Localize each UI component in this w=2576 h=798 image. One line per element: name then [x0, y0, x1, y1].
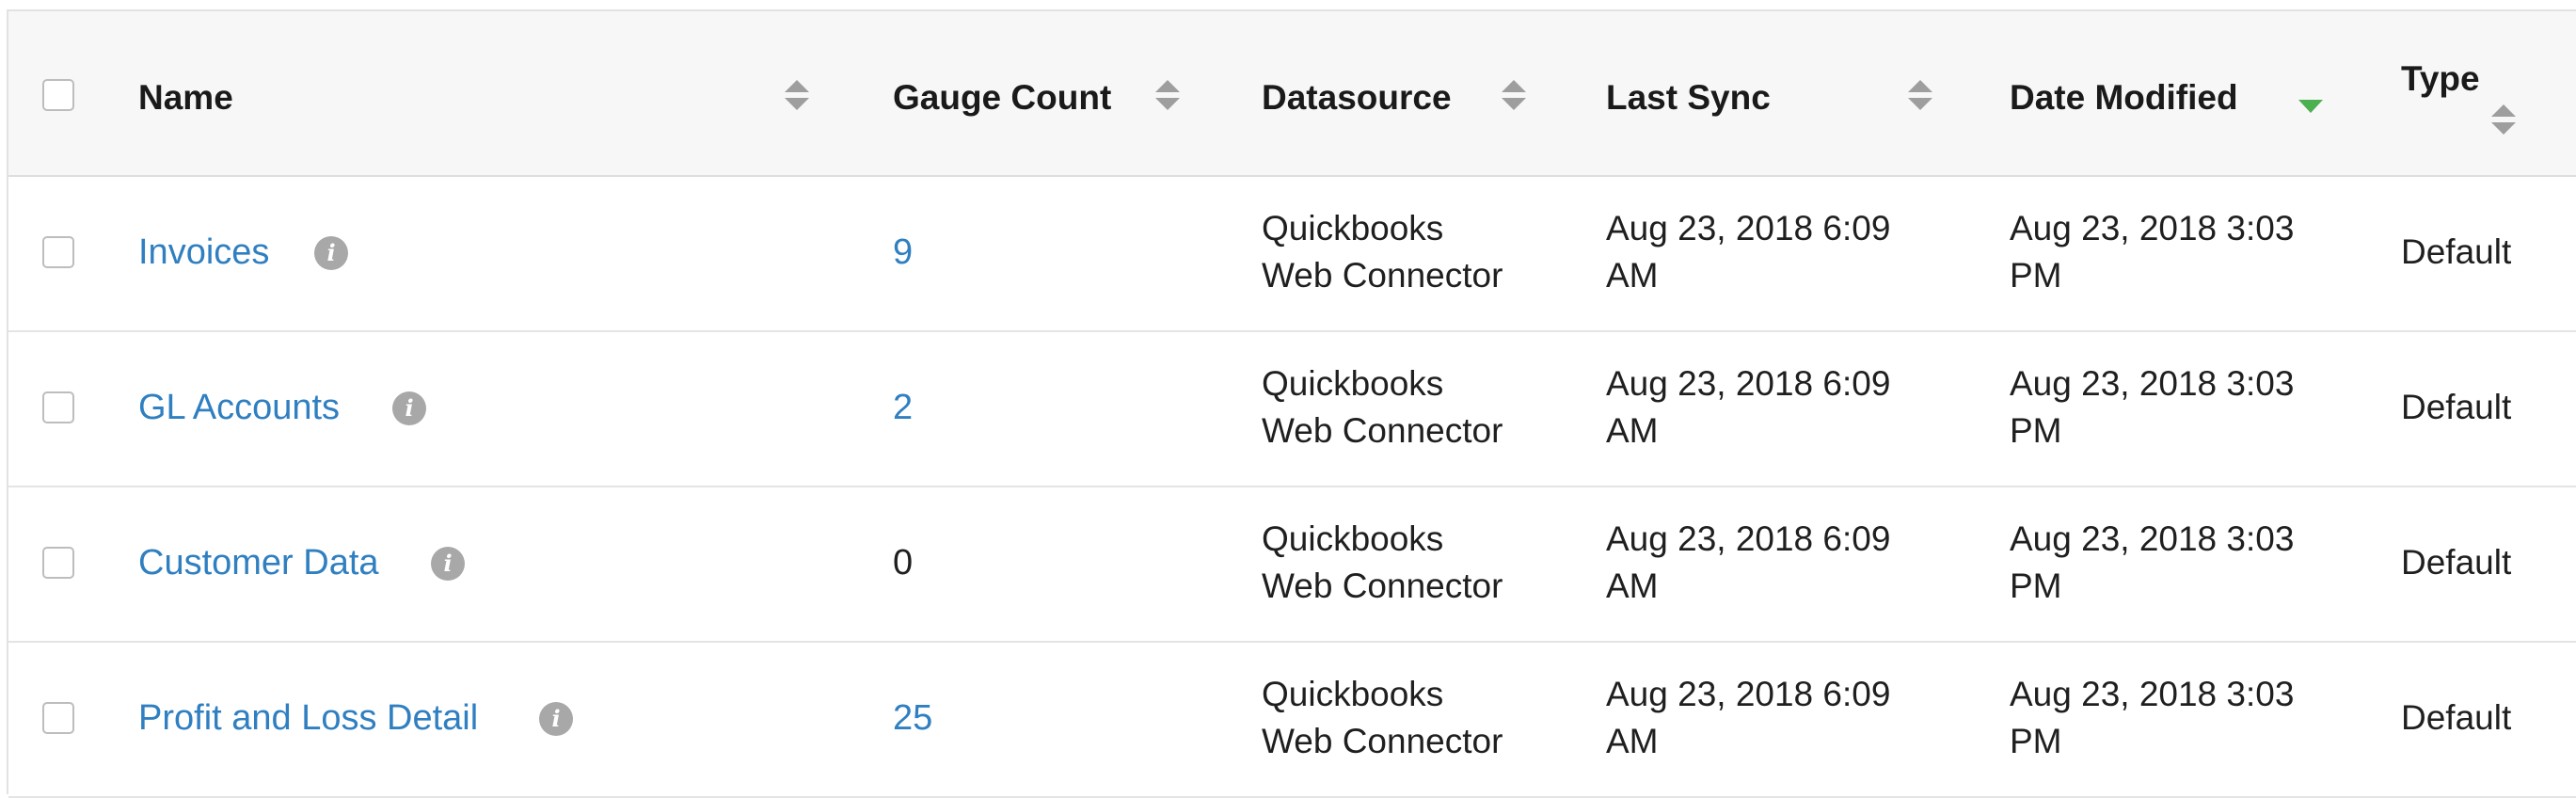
column-header-name[interactable]: Name	[138, 75, 233, 120]
data-table: Name Gauge Count Datasource Last Sync Da…	[7, 9, 2576, 798]
select-all-checkbox[interactable]	[42, 79, 74, 111]
column-header-last-sync[interactable]: Last Sync	[1606, 75, 1771, 120]
info-icon[interactable]: i	[314, 236, 348, 270]
row-name-link[interactable]: Invoices	[138, 232, 269, 273]
sort-icon[interactable]	[2490, 102, 2517, 139]
type-cell: Default	[2401, 698, 2512, 737]
last-sync-cell: Aug 23, 2018 6:09 AM	[1606, 209, 1891, 295]
row-checkbox[interactable]	[42, 236, 74, 268]
table-row: Invoices i 9 Quickbooks Web Connector Au…	[8, 177, 2576, 332]
last-sync-cell: Aug 23, 2018 6:09 AM	[1606, 519, 1891, 605]
info-icon[interactable]: i	[431, 547, 465, 581]
row-checkbox[interactable]	[42, 547, 74, 579]
last-sync-cell: Aug 23, 2018 6:09 AM	[1606, 364, 1891, 450]
datasource-cell: Quickbooks Web Connector	[1262, 364, 1503, 450]
date-modified-cell: Aug 23, 2018 3:03 PM	[2010, 209, 2295, 295]
gauge-count-link[interactable]: 9	[893, 232, 913, 273]
gauge-count-value: 0	[893, 543, 914, 583]
table-row: Customer Data i 0 Quickbooks Web Connect…	[8, 487, 2576, 643]
info-icon[interactable]: i	[539, 702, 573, 736]
row-checkbox[interactable]	[42, 702, 74, 734]
date-modified-cell: Aug 23, 2018 3:03 PM	[2010, 519, 2295, 605]
sort-icon[interactable]	[784, 77, 810, 115]
date-modified-cell: Aug 23, 2018 3:03 PM	[2010, 364, 2295, 450]
row-name-link[interactable]: Profit and Loss Detail	[138, 698, 478, 739]
row-name-link[interactable]: GL Accounts	[138, 388, 340, 428]
row-checkbox[interactable]	[42, 391, 74, 423]
type-cell: Default	[2401, 388, 2512, 426]
column-header-datasource[interactable]: Datasource	[1262, 75, 1452, 120]
date-modified-cell: Aug 23, 2018 3:03 PM	[2010, 675, 2295, 760]
sort-icon[interactable]	[1154, 77, 1181, 115]
datasource-cell: Quickbooks Web Connector	[1262, 209, 1503, 295]
table-header: Name Gauge Count Datasource Last Sync Da…	[8, 11, 2576, 177]
last-sync-cell: Aug 23, 2018 6:09 AM	[1606, 675, 1891, 760]
column-header-date-modified[interactable]: Date Modified	[2010, 75, 2238, 120]
column-header-type[interactable]: Type	[2401, 56, 2480, 102]
sort-descending-icon[interactable]	[2298, 87, 2324, 124]
gauge-count-link[interactable]: 2	[893, 388, 913, 428]
datasource-cell: Quickbooks Web Connector	[1262, 675, 1503, 760]
table-row: GL Accounts i 2 Quickbooks Web Connector…	[8, 332, 2576, 487]
sort-icon[interactable]	[1907, 77, 1933, 115]
datasource-cell: Quickbooks Web Connector	[1262, 519, 1503, 605]
column-header-gauge-count[interactable]: Gauge Count	[893, 75, 1111, 120]
type-cell: Default	[2401, 232, 2512, 271]
table-row: Profit and Loss Detail i 25 Quickbooks W…	[8, 643, 2576, 798]
info-icon[interactable]: i	[392, 391, 426, 425]
row-name-link[interactable]: Customer Data	[138, 543, 379, 583]
gauge-count-link[interactable]: 25	[893, 698, 932, 739]
type-cell: Default	[2401, 543, 2512, 582]
sort-icon[interactable]	[1501, 77, 1527, 115]
